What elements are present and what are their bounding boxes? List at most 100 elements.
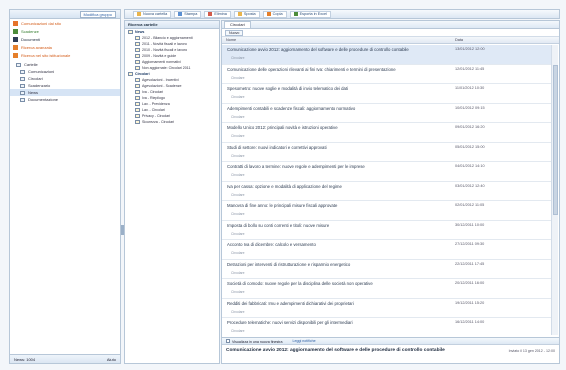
toolbar-button[interactable]: Stampa — [174, 10, 202, 18]
message-category: Circolare — [231, 231, 245, 236]
shortcut-item[interactable]: Comunicazioni dal sito — [10, 19, 120, 27]
message-category: Circolare — [231, 309, 245, 314]
shortcut-item[interactable]: Ricerca avanzata — [10, 43, 120, 51]
message-subject: Studi di settore: nuovi indicatori e cor… — [227, 144, 327, 150]
vertical-scrollbar[interactable] — [551, 45, 558, 335]
folder-item-label: Lav. - Previdenza — [142, 102, 170, 106]
message-row[interactable]: Imposta di bollo su conti correnti e tit… — [222, 221, 552, 240]
folder-item-label: Iva - Circolari — [142, 90, 164, 94]
toolbar-button[interactable]: Esporta in Excel — [289, 10, 332, 18]
folder-icon — [20, 97, 25, 102]
message-subject: Detrazioni per interventi di ristruttura… — [227, 261, 351, 267]
folder-item-label: 2009 - Novità e guide — [142, 54, 177, 58]
tree-item[interactable]: News — [10, 89, 120, 96]
message-subject: Manovra di fine anno: le principali misu… — [227, 203, 338, 208]
message-row[interactable]: Spesometro: nuove soglie e modalità di i… — [222, 84, 552, 104]
tree-item[interactable]: Circolari — [10, 75, 120, 82]
message-date: 05/01/2012 15:00 — [455, 144, 485, 149]
tab-circolari[interactable]: Circolari — [224, 21, 251, 28]
help-link[interactable]: Aiuto — [107, 357, 116, 362]
folder-icon — [128, 30, 133, 34]
shortcut-label: Scadenze — [21, 28, 39, 34]
message-date: 09/01/2012 16:20 — [455, 125, 485, 129]
folder-icon — [135, 102, 140, 106]
message-row[interactable]: Iva per cassa: opzione e modalità di app… — [222, 182, 552, 201]
preview-date: Inviato il 13 gen 2012 - 12:00 — [508, 349, 555, 353]
toolbar-button[interactable]: Sposta — [233, 10, 260, 18]
toolbar-button[interactable]: Elimina — [204, 10, 231, 18]
read-notifications-link[interactable]: Leggi notifiche — [292, 339, 315, 343]
folder-item-label: Agevolazioni - Incentivi — [142, 78, 179, 82]
toolbar-button-label: Elimina — [214, 12, 227, 16]
message-row[interactable]: Comunicazione delle operazioni rilevanti… — [222, 65, 552, 84]
message-date: 13/01/2012 12:00 — [455, 47, 485, 51]
message-category: Circolare — [231, 192, 245, 197]
folder-icon — [128, 72, 133, 76]
shortcut-item[interactable]: Scadenze — [10, 27, 120, 35]
folder-pane: Ricerca cartelle News 2012 - Bilancio e a… — [124, 20, 220, 364]
message-row[interactable]: Studi di settore: nuovi indicatori e cor… — [222, 143, 552, 162]
tree-item[interactable]: Comunicazioni — [10, 68, 120, 75]
edit-group-button[interactable]: Modifica gruppo — [79, 11, 116, 18]
message-category: Circolare — [231, 329, 245, 333]
message-row[interactable]: Acconto Iva di dicembre: calcolo e versa… — [222, 240, 552, 260]
folder-item-label: Circolari — [135, 72, 150, 76]
tree-item[interactable]: Scadenzario — [10, 82, 120, 89]
shortcut-label: Documenti — [21, 36, 41, 42]
message-subject: Imposta di bollo su conti correnti e tit… — [227, 222, 330, 228]
message-date: 03/01/2012 12:40 — [455, 183, 485, 188]
folder-item-label: 2011 - Novità fiscali e lavoro — [142, 42, 187, 46]
folder-icon — [135, 36, 140, 40]
folder-item-label: Iva - Riepilogo — [142, 96, 165, 100]
message-subject: Redditi dei fabbricati: Imu e adempiment… — [227, 300, 354, 306]
folder-icon — [16, 62, 21, 67]
folder-icon — [20, 76, 25, 81]
shortcut-icon — [13, 20, 18, 26]
new-window-checkbox[interactable]: Visualizza in una nuova finestra — [226, 338, 283, 344]
message-date: 12/01/2012 11:45 — [455, 66, 485, 71]
toolbar-button[interactable]: Copia — [262, 10, 287, 18]
folder-icon — [20, 83, 25, 88]
column-subject[interactable]: Nome — [226, 38, 236, 42]
folder-tree: Cartelle Comunicazioni Circolari Scadenzari… — [10, 61, 120, 103]
message-category: Circolare — [231, 114, 245, 119]
tree-item-label: Circolari — [28, 76, 43, 81]
message-row[interactable]: Adempimenti contabili e scadenze fiscali… — [222, 104, 552, 123]
column-header: Nome Data — [222, 37, 559, 44]
toolbar-button[interactable]: Nuova cartella — [133, 10, 172, 18]
message-row[interactable]: Manovra di fine anno: le principali misu… — [222, 201, 552, 221]
message-date: 16/12/2011 14:00 — [455, 320, 485, 324]
message-date: 27/12/2011 09:30 — [455, 242, 485, 246]
new-button[interactable]: Nuovo — [225, 29, 244, 36]
message-preview: Comunicazione avvio 2012: aggiornamento … — [222, 346, 559, 365]
message-row[interactable]: Modello Unico 2012: principali novità e … — [222, 123, 552, 143]
preview-title: Comunicazione avvio 2012: aggiornamento … — [226, 348, 445, 353]
message-row[interactable]: Società di comodo: nuove regole per la d… — [222, 279, 552, 299]
shortcut-item[interactable]: Ricerca nel sito istituzionale — [10, 51, 120, 59]
message-row[interactable]: Redditi dei fabbricati: Imu e adempiment… — [222, 299, 552, 318]
shortcut-item[interactable]: Documenti — [10, 35, 120, 43]
message-subject: Società di comodo: nuove regole per la d… — [227, 281, 373, 286]
message-row[interactable]: Detrazioni per interventi di ristruttura… — [222, 260, 552, 279]
message-row[interactable]: Contratti di lavoro a termine: nuove reg… — [222, 162, 552, 182]
shortcut-label: Ricerca nel sito istituzionale — [21, 52, 71, 58]
checkbox-label: Visualizza in una nuova finestra — [232, 339, 283, 344]
folder-item-label: Agevolazioni - Scadenze — [142, 84, 182, 88]
folder-item[interactable]: Sicurezza - Circolari — [125, 119, 219, 125]
scrollbar-thumb[interactable] — [553, 65, 558, 215]
folder-icon — [20, 69, 25, 74]
column-date[interactable]: Data — [455, 38, 463, 42]
message-category: Circolare — [231, 251, 245, 255]
folder-icon — [135, 90, 140, 94]
message-row[interactable]: Comunicazione avvio 2012: aggiornamento … — [222, 45, 552, 65]
toolbar-button-icon — [208, 12, 213, 16]
tree-item[interactable]: Documentazione — [10, 96, 120, 103]
toolbar-button-icon — [137, 12, 141, 16]
checkbox-icon[interactable] — [226, 338, 230, 343]
message-row[interactable]: Procedure telematiche: nuovi servizi dis… — [222, 318, 552, 335]
tree-item-label: Documentazione — [28, 97, 59, 102]
tree-item[interactable]: Cartelle — [10, 61, 120, 68]
folder-icon — [135, 78, 140, 82]
folder-item-label: News — [135, 30, 145, 34]
folder-item-label: Privacy - Circolari — [142, 114, 171, 118]
